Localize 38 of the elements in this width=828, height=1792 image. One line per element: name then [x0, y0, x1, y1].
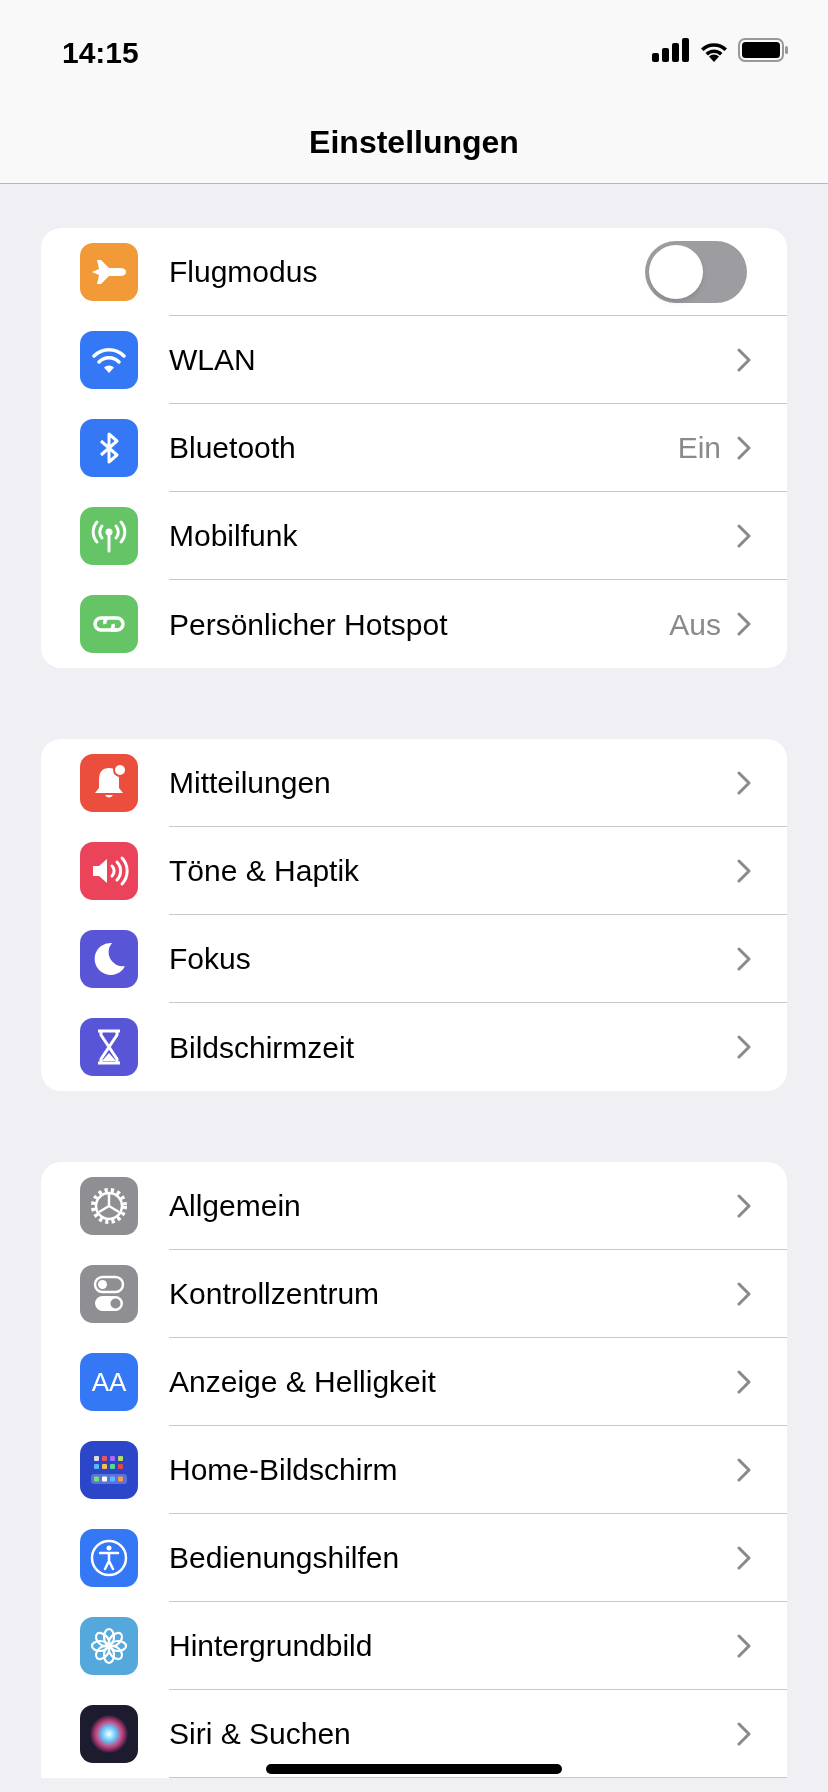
setting-label: Home-Bildschirm	[169, 1452, 399, 1488]
chevron-icon[interactable]	[737, 1721, 751, 1746]
setting-label: Allgemein	[169, 1188, 302, 1224]
chevron-icon[interactable]	[737, 1281, 751, 1306]
battery-icon	[738, 38, 788, 62]
chevron-icon[interactable]	[737, 1457, 751, 1482]
setting-label: Anzeige & Helligkeit	[169, 1364, 437, 1400]
setting-label: Flugmodus	[169, 254, 319, 290]
status-time: 14:15	[62, 34, 139, 71]
chevron-icon[interactable]	[737, 946, 751, 971]
chevron-icon[interactable]	[737, 1193, 751, 1218]
text-size-icon: AA	[80, 1353, 138, 1411]
chevron-icon[interactable]	[737, 858, 751, 883]
setting-value: Ein	[677, 430, 721, 466]
setting-label: Fokus	[169, 941, 252, 977]
setting-label: Mitteilungen	[169, 765, 332, 801]
chevron-icon[interactable]	[737, 435, 751, 460]
signal-icon	[652, 38, 690, 62]
setting-label: Mobilfunk	[169, 518, 299, 554]
setting-label: Persönlicher Hotspot	[169, 606, 449, 643]
chevron-icon[interactable]	[737, 1369, 751, 1394]
setting-label: Bluetooth	[169, 430, 297, 466]
setting-label: Hintergrundbild	[169, 1628, 374, 1664]
chevron-icon[interactable]	[737, 770, 751, 795]
chevron-icon[interactable]	[737, 1545, 751, 1570]
setting-label: Siri & Suchen	[169, 1716, 352, 1752]
chevron-icon[interactable]	[737, 1633, 751, 1658]
setting-label: Kontrollzentrum	[169, 1276, 381, 1312]
setting-label: Bildschirmzeit	[169, 1029, 356, 1066]
setting-label: WLAN	[169, 342, 257, 378]
chevron-icon[interactable]	[737, 523, 751, 548]
setting-value: Aus	[669, 606, 721, 643]
chevron-icon[interactable]	[737, 612, 751, 636]
setting-label: Bedienungshilfen	[169, 1540, 401, 1576]
chevron-icon[interactable]	[737, 347, 751, 372]
page-title: Einstellungen	[309, 122, 519, 162]
setting-label: Töne & Haptik	[169, 853, 361, 889]
chevron-icon[interactable]	[737, 1035, 751, 1059]
